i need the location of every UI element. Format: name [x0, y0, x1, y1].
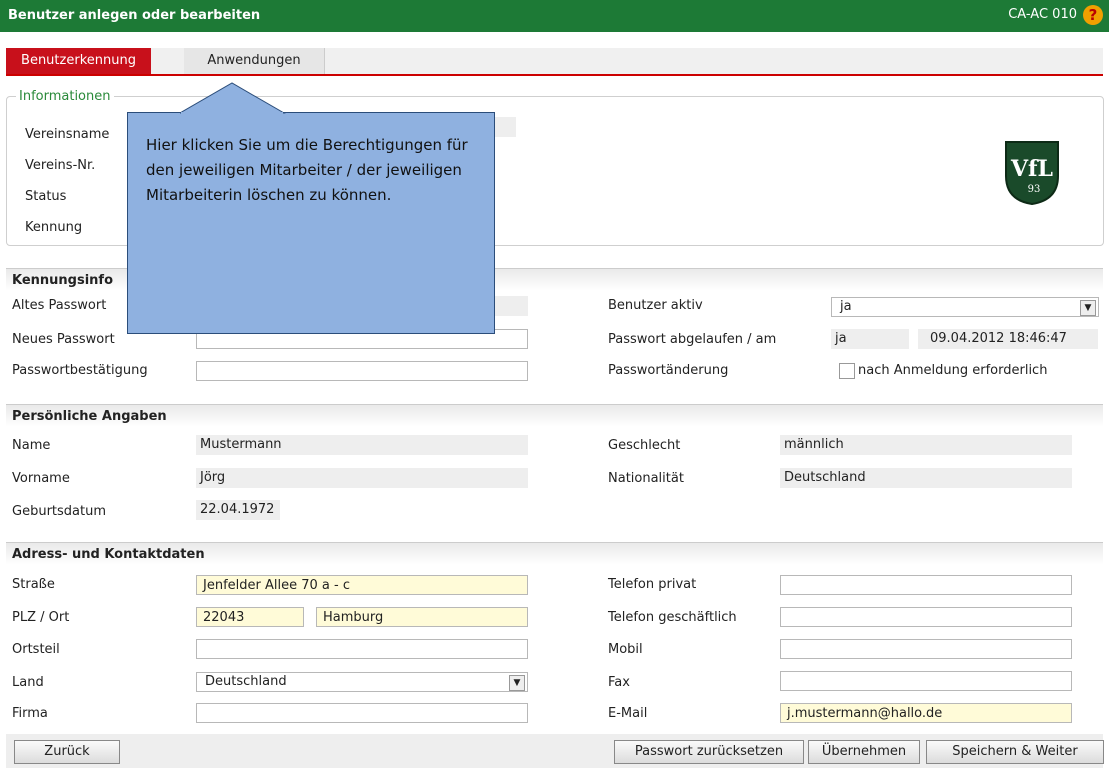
passwortbestaetigung-label: Passwortbestätigung	[12, 363, 148, 378]
passwortaenderung-label: Passwortänderung	[608, 363, 729, 378]
land-label: Land	[12, 675, 44, 690]
uebernehmen-button[interactable]: Übernehmen	[808, 740, 920, 764]
callout-pointer	[180, 82, 286, 114]
telefon-privat-input[interactable]	[780, 575, 1072, 595]
section-persoenliche-angaben: Persönliche Angaben	[6, 404, 1103, 427]
email-label: E-Mail	[608, 706, 648, 721]
name-label: Name	[12, 438, 51, 453]
info-legend: Informationen	[16, 89, 114, 104]
vereins-nr-label: Vereins-Nr.	[25, 158, 96, 173]
tab-anwendungen[interactable]: Anwendungen	[184, 48, 325, 74]
geburtsdatum-value: 22.04.1972	[196, 500, 280, 520]
screen-code: CA-AC 010	[1008, 7, 1077, 22]
section-kennungsinfo-title: Kennungsinfo	[12, 273, 114, 288]
passwortaenderung-checkbox-label: nach Anmeldung erforderlich	[858, 363, 1048, 378]
callout-text: Hier klicken Sie um die Berechtigungen f…	[146, 136, 468, 204]
strasse-input[interactable]: Jenfelder Allee 70 a - c	[196, 575, 528, 595]
logo-text: VfL	[1010, 156, 1053, 182]
passwortaenderung-checkbox[interactable]	[839, 363, 855, 379]
geschlecht-label: Geschlecht	[608, 438, 681, 453]
fax-input[interactable]	[780, 671, 1072, 691]
firma-label: Firma	[12, 706, 48, 721]
passwortbestaetigung-input[interactable]	[196, 361, 528, 381]
help-icon[interactable]: ?	[1083, 5, 1103, 25]
club-logo: VfL 93	[1005, 141, 1059, 206]
neues-passwort-label: Neues Passwort	[12, 332, 115, 347]
passwort-zuruecksetzen-button[interactable]: Passwort zurücksetzen	[614, 740, 804, 764]
geschlecht-value: männlich	[780, 435, 1072, 455]
vorname-value: Jörg	[196, 468, 528, 488]
plz-input[interactable]: 22043	[196, 607, 304, 627]
telefon-geschaeftlich-input[interactable]	[780, 607, 1072, 627]
speichern-weiter-button[interactable]: Speichern & Weiter	[926, 740, 1104, 764]
land-value: Deutschland	[205, 674, 287, 689]
vereinsname-label: Vereinsname	[25, 127, 110, 142]
ortsteil-label: Ortsteil	[12, 642, 60, 657]
mobil-label: Mobil	[608, 642, 643, 657]
land-select[interactable]: Deutschland ▼	[196, 672, 528, 692]
chevron-down-icon[interactable]: ▼	[509, 675, 525, 691]
passwort-abgelaufen-label: Passwort abgelaufen / am	[608, 332, 777, 347]
strasse-label: Straße	[12, 577, 55, 592]
plz-ort-label: PLZ / Ort	[12, 610, 70, 625]
nationalitaet-value: Deutschland	[780, 468, 1072, 488]
email-input[interactable]: j.mustermann@hallo.de	[780, 703, 1072, 723]
name-value: Mustermann	[196, 435, 528, 455]
zurueck-button[interactable]: Zurück	[14, 740, 120, 764]
vorname-label: Vorname	[12, 471, 70, 486]
section-persoenliche-angaben-title: Persönliche Angaben	[12, 409, 167, 424]
svg-text:93: 93	[1028, 184, 1041, 195]
section-adressdaten: Adress- und Kontaktdaten	[6, 542, 1103, 565]
benutzer-aktiv-select[interactable]: ja ▼	[831, 297, 1099, 317]
kennung-label: Kennung	[25, 220, 83, 235]
ort-input[interactable]: Hamburg	[316, 607, 528, 627]
firma-input[interactable]	[196, 703, 528, 723]
altes-passwort-label: Altes Passwort	[12, 298, 107, 313]
tab-benutzerkennung[interactable]: Benutzerkennung	[6, 48, 151, 74]
passwort-abgelaufen-value: ja	[831, 329, 909, 349]
nationalitaet-label: Nationalität	[608, 471, 684, 486]
title-bar: Benutzer anlegen oder bearbeiten CA-AC 0…	[0, 0, 1109, 32]
ortsteil-input[interactable]	[196, 639, 528, 659]
window-title: Benutzer anlegen oder bearbeiten	[8, 8, 261, 23]
mobil-input[interactable]	[780, 639, 1072, 659]
chevron-down-icon[interactable]: ▼	[1080, 300, 1096, 316]
telefon-privat-label: Telefon privat	[608, 577, 697, 592]
geburtsdatum-label: Geburtsdatum	[12, 504, 106, 519]
fax-label: Fax	[608, 675, 630, 690]
telefon-geschaeftlich-label: Telefon geschäftlich	[608, 610, 737, 625]
status-label: Status	[25, 189, 67, 204]
section-adressdaten-title: Adress- und Kontaktdaten	[12, 547, 205, 562]
passwort-abgelaufen-date: 09.04.2012 18:46:47	[918, 329, 1098, 349]
tab-bar: Benutzerkennung Anwendungen	[6, 48, 1103, 76]
benutzer-aktiv-label: Benutzer aktiv	[608, 298, 703, 313]
benutzer-aktiv-value: ja	[840, 299, 852, 314]
